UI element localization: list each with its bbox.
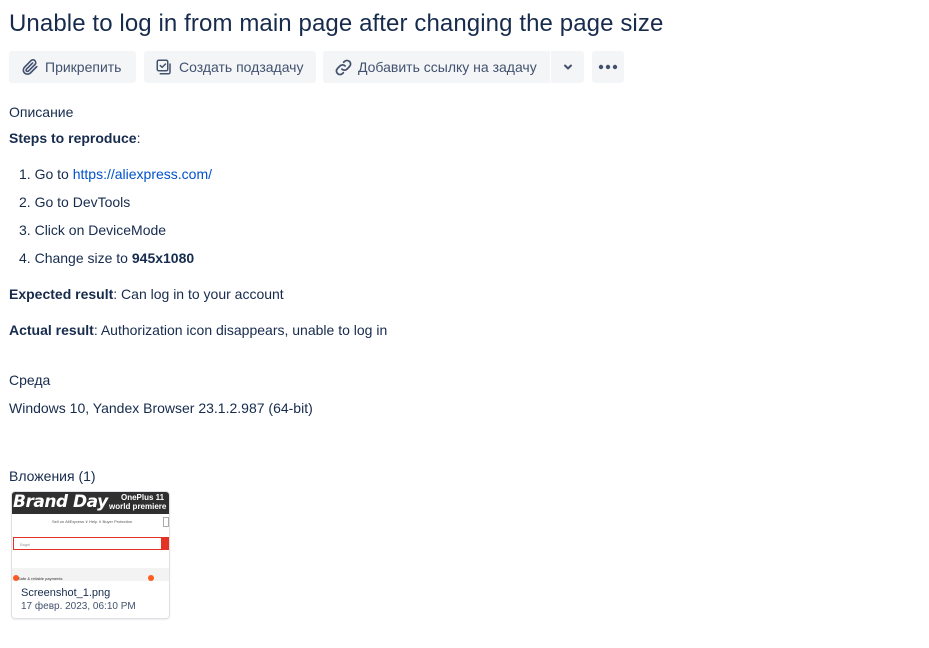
step-number: 4. xyxy=(19,250,31,266)
aliexpress-link[interactable]: https://aliexpress.com/ xyxy=(73,166,212,182)
more-actions-button[interactable] xyxy=(592,51,624,83)
thumb-footer-text: Safe & reliable payments xyxy=(18,576,63,581)
add-issue-link-button[interactable]: Добавить ссылку на задачу xyxy=(323,51,550,83)
attach-button[interactable]: Прикрепить xyxy=(9,51,136,83)
step-text: Change size to xyxy=(34,250,132,266)
description-label: Описание xyxy=(9,104,74,120)
thumb-brand-text: Brand Day xyxy=(13,492,108,512)
environment-text: Windows 10, Yandex Browser 23.1.2.987 (6… xyxy=(9,400,313,416)
thumb-nav-box xyxy=(163,517,169,527)
step-number: 3. xyxy=(19,222,31,238)
subtask-label: Создать подзадачу xyxy=(179,59,304,75)
expected-result-label: Expected result xyxy=(9,286,114,302)
attach-label: Прикрепить xyxy=(45,59,122,75)
thumb-promo-text: OnePlus 11 world premiere xyxy=(109,493,166,511)
step-text: Go to xyxy=(34,166,73,182)
thumb-search-placeholder: Bagel xyxy=(20,542,31,547)
actual-result: Actual result: Authorization icon disapp… xyxy=(9,322,387,338)
steps-heading-text: Steps to reproduce xyxy=(9,130,137,146)
list-item: 1. Go to https://aliexpress.com/ xyxy=(19,166,212,182)
expected-result-text: : Can log in to your account xyxy=(113,286,284,302)
chevron-down-icon xyxy=(562,61,574,73)
thumb-search-button xyxy=(162,537,169,550)
environment-label: Среда xyxy=(9,372,51,388)
attachment-card[interactable]: Brand Day OnePlus 11 world premiere Sell… xyxy=(12,492,169,618)
attachment-thumbnail[interactable]: Brand Day OnePlus 11 world premiere Sell… xyxy=(12,492,169,581)
step-text: Go to DevTools xyxy=(34,194,131,210)
link-chain-icon xyxy=(333,57,353,77)
link-label: Добавить ссылку на задачу xyxy=(358,59,537,75)
actual-result-label: Actual result xyxy=(9,322,94,338)
paperclip-icon xyxy=(20,57,40,77)
more-dots-icon xyxy=(598,64,618,70)
list-item: 3. Click on DeviceMode xyxy=(19,222,166,238)
thumb-nav-text: Sell on AliExpress ∨ Help ∨ Buyer Protec… xyxy=(52,519,133,524)
subtask-checkbox-icon xyxy=(154,57,174,77)
list-item: 4. Change size to 945x1080 xyxy=(19,250,194,266)
thumb-promo-line1: OnePlus 11 xyxy=(121,493,165,502)
attachments-label: Вложения (1) xyxy=(9,468,96,484)
step-size-value: 945x1080 xyxy=(131,250,195,266)
attachment-date: 17 февр. 2023, 06:10 PM xyxy=(21,601,136,612)
list-item: 2. Go to DevTools xyxy=(19,194,130,210)
thumb-promo-line2: world premiere xyxy=(109,502,167,511)
steps-heading: Steps to reproduce: xyxy=(9,130,140,146)
step-text: Click on DeviceMode xyxy=(34,222,167,238)
actual-result-text: : Authorization icon disappears, unable … xyxy=(93,322,388,338)
step-number: 1. xyxy=(19,166,31,182)
link-options-dropdown[interactable] xyxy=(551,51,584,83)
create-subtask-button[interactable]: Создать подзадачу xyxy=(144,51,316,83)
thumb-search-box xyxy=(13,537,162,550)
steps-heading-colon: : xyxy=(136,130,141,146)
attachment-filename: Screenshot_1.png xyxy=(21,587,111,599)
issue-title[interactable]: Unable to log in from main page after ch… xyxy=(9,10,663,38)
expected-result: Expected result: Can log in to your acco… xyxy=(9,286,284,302)
step-number: 2. xyxy=(19,194,31,210)
thumb-footer-dot xyxy=(148,575,154,581)
